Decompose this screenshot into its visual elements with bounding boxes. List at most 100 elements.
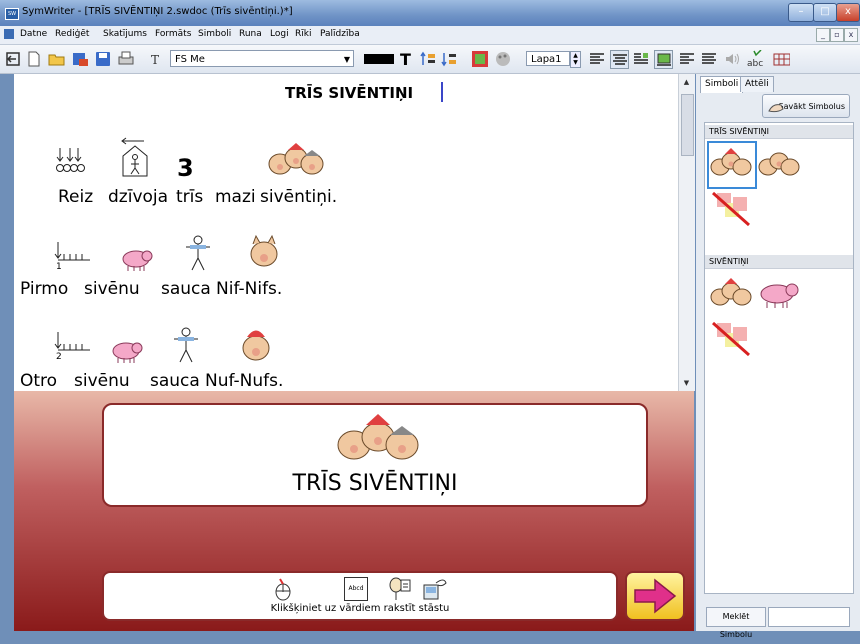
menu-logi[interactable]: Logi	[270, 29, 289, 39]
new-document-icon[interactable]	[25, 50, 42, 67]
align-left-icon[interactable]	[588, 50, 605, 67]
menu-palidziba[interactable]: Palīdzība	[320, 29, 360, 39]
hand-icon	[768, 104, 784, 113]
ordinal-one: 1	[56, 262, 62, 272]
text-color-icon[interactable]	[362, 50, 396, 67]
word-reiz[interactable]: Reiz	[58, 187, 93, 207]
story-icon	[422, 577, 448, 604]
word-sauca-2[interactable]: sauca	[150, 371, 200, 391]
toolbar: T FS Me ▼ T Lapa1 ▲ ▼ abc	[0, 45, 860, 74]
font-selector[interactable]: FS Me ▼	[170, 50, 354, 67]
search-symbol-button[interactable]: Meklēt Simbolu	[706, 607, 766, 639]
collect-symbols-label: Savākt Simbolus	[778, 102, 845, 111]
word-sivenu-2[interactable]: sivēnu	[74, 371, 130, 391]
group-tris-siventini: TRĪS SIVĒNTIŅI	[705, 125, 853, 139]
name-symbol-icon	[184, 234, 214, 277]
name-symbol-icon	[172, 326, 202, 369]
list-icon[interactable]	[678, 50, 695, 67]
print-icon[interactable]	[117, 50, 134, 67]
document-scrollbar[interactable]: ▲ ▼	[678, 74, 695, 391]
pig-face-symbol-icon	[248, 234, 280, 273]
menu-datne[interactable]: Datne	[20, 29, 47, 39]
scroll-up-arrow-icon[interactable]: ▲	[681, 76, 692, 88]
chevron-down-icon: ▼	[343, 55, 350, 64]
once-symbol-icon	[54, 138, 88, 181]
instruction-text: Klikšķiniet uz vārdiem rakstīt stāstu	[270, 603, 450, 614]
symbol-toggle-icon[interactable]: T	[398, 50, 415, 68]
word-sivenu-1[interactable]: sivēnu	[84, 279, 140, 299]
scroll-thumb[interactable]	[681, 94, 694, 156]
scroll-down-arrow-icon[interactable]: ▼	[681, 377, 692, 389]
paragraph-icon[interactable]	[700, 50, 717, 67]
font-icon: T	[148, 50, 165, 67]
mdi-close-button[interactable]: x	[844, 28, 858, 42]
choice-three-pigs-alt-icon[interactable]	[757, 145, 801, 184]
symbol-above-icon[interactable]	[419, 50, 436, 67]
keyboard-grid-icon[interactable]	[773, 50, 790, 67]
spellcheck-icon[interactable]: abc	[746, 49, 766, 68]
collect-symbols-button[interactable]: Savākt Simbolus	[762, 94, 850, 118]
pig-hat-symbol-icon	[240, 326, 272, 367]
menu-runa[interactable]: Runa	[239, 29, 262, 39]
tab-atteli[interactable]: Attēli	[740, 76, 774, 92]
next-button[interactable]	[625, 571, 685, 621]
ordinal-two: 2	[56, 352, 62, 362]
word-tris[interactable]: trīs	[176, 187, 203, 207]
title-bar: SW SymWriter - [TRĪS SIVĒNTIŅI 2.swdoc (…	[0, 0, 860, 26]
symbol-choices-list: TRĪS SIVĒNTIŅI SIVĒNTIŅI	[704, 122, 854, 594]
save-icon[interactable]	[94, 50, 111, 67]
no-symbol-icon[interactable]	[709, 189, 755, 234]
word-nif-nifs[interactable]: Nif-Nifs.	[216, 279, 282, 299]
menu-rediget[interactable]: Rediģēt	[55, 29, 89, 39]
speaker-icon[interactable]	[724, 50, 741, 67]
first-symbol-icon: 1	[54, 240, 94, 277]
word-siventini[interactable]: sivēntiņi.	[260, 187, 337, 207]
close-button[interactable]: x	[836, 3, 860, 22]
palette-icon[interactable]	[494, 50, 511, 67]
instruction-card[interactable]: Abcd Klikšķiniet uz vārdiem rakstīt stās…	[102, 571, 618, 621]
menu-formats[interactable]: Formāts	[155, 29, 191, 39]
mdi-restore-button[interactable]: ▫	[830, 28, 844, 42]
menu-simboli[interactable]: Simboli	[198, 29, 231, 39]
open-folder-icon[interactable]	[48, 50, 65, 67]
second-symbol-icon: 2	[54, 330, 94, 367]
layout-text-icon[interactable]	[632, 50, 649, 67]
menu-skatijums[interactable]: Skatījums	[103, 29, 147, 39]
menu-riki[interactable]: Rīki	[295, 29, 311, 39]
title-card[interactable]: TRĪS SIVĒNTIŅI	[102, 403, 648, 507]
word-pirmo[interactable]: Pirmo	[20, 279, 68, 299]
write-icon	[388, 577, 412, 604]
picture-frame-icon[interactable]	[470, 50, 489, 67]
text-caret	[441, 82, 443, 102]
minimize-button[interactable]: –	[788, 3, 814, 22]
window-title: SymWriter - [TRĪS SIVĒNTIŅI 2.swdoc (Trī…	[22, 6, 293, 17]
layout-picture-icon[interactable]	[654, 50, 673, 69]
page-spinner[interactable]: ▲ ▼	[570, 51, 581, 68]
document-icon	[4, 29, 14, 39]
choice-pig-icon[interactable]	[757, 279, 803, 312]
align-center-icon[interactable]	[610, 50, 629, 69]
search-symbol-input[interactable]	[768, 607, 850, 627]
word-sauca-1[interactable]: sauca	[161, 279, 211, 299]
maximize-button[interactable]: □	[813, 3, 837, 22]
no-symbol-icon[interactable]	[709, 319, 755, 364]
word-dzivoja[interactable]: dzīvoja	[108, 187, 168, 207]
document-area[interactable]: TRĪS SIVĒNTIŅI 3 Reiz dzīvoja trīs mazi …	[14, 74, 678, 391]
symbol-below-icon[interactable]	[440, 50, 457, 67]
mdi-minimize-button[interactable]: _	[816, 28, 830, 42]
page-selector[interactable]: Lapa1	[526, 51, 570, 66]
symbol-side-panel: Simboli Attēli Savākt Simbolus TRĪS SIVĒ…	[696, 74, 860, 639]
choice-three-pigs-icon[interactable]	[709, 145, 753, 184]
word-mazi[interactable]: mazi	[215, 187, 256, 207]
svg-text:T: T	[151, 53, 159, 67]
tab-simboli[interactable]: Simboli	[700, 76, 744, 93]
word-otro[interactable]: Otro	[20, 371, 57, 391]
word-nuf-nufs[interactable]: Nuf-Nufs.	[205, 371, 283, 391]
menu-bar: Datne Rediģēt Skatījums Formāts Simboli …	[0, 26, 860, 45]
three-symbol: 3	[177, 154, 194, 182]
exit-icon[interactable]	[4, 50, 21, 67]
choice-pigs-icon[interactable]	[709, 275, 753, 314]
words-card-icon: Abcd	[344, 577, 368, 601]
save-as-icon[interactable]	[71, 50, 88, 67]
group-siventini: SIVĒNTIŅI	[705, 255, 853, 269]
